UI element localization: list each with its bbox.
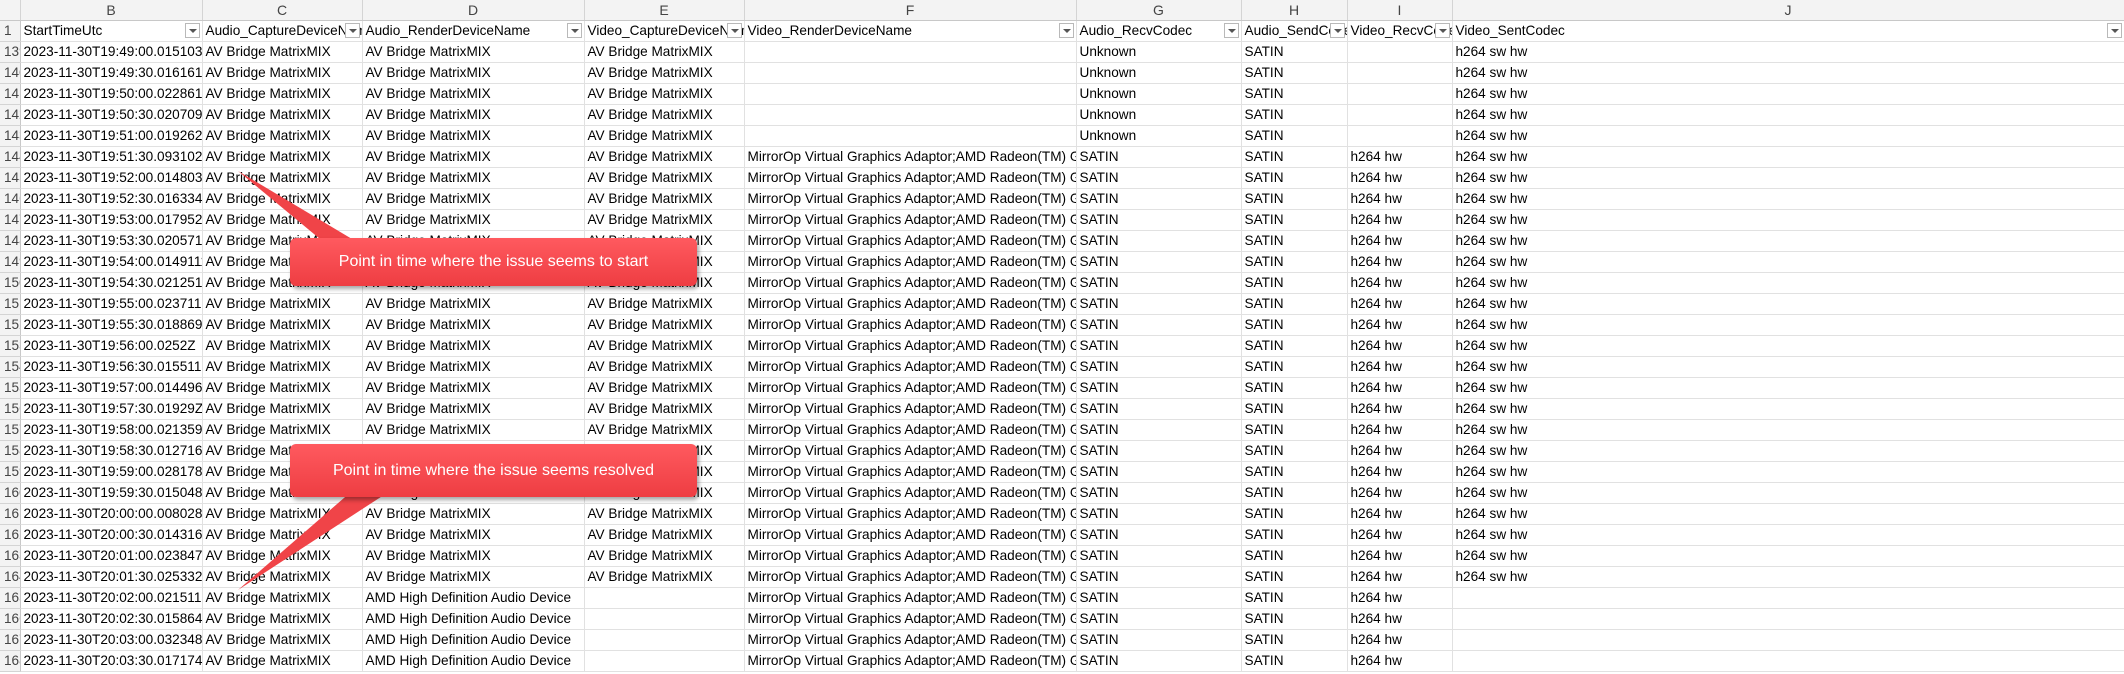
issue-start-callout: Point in time where the issue seems to s… (290, 238, 697, 286)
issue-start-callout-text: Point in time where the issue seems to s… (338, 253, 649, 270)
resolved-callout-pointer (238, 491, 390, 590)
start-callout-pointer (238, 171, 352, 239)
issue-resolved-callout: Point in time where the issue seems reso… (290, 444, 697, 497)
callout-pointers (238, 171, 390, 590)
issue-resolved-callout-text: Point in time where the issue seems reso… (332, 461, 655, 479)
